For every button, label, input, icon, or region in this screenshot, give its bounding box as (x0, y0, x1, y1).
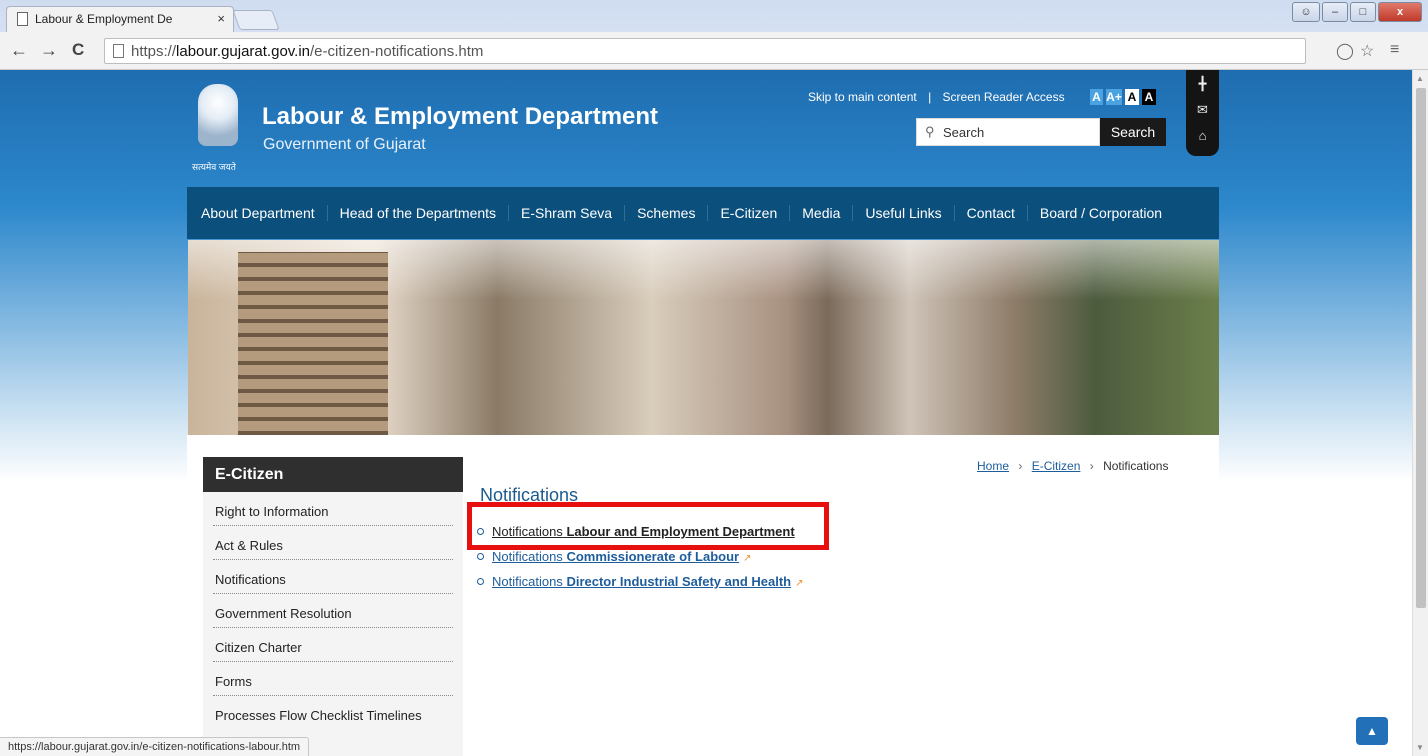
skip-to-content-link[interactable]: Skip to main content (808, 90, 917, 104)
url-path: /e-citizen-notifications.htm (310, 43, 484, 60)
nav-media[interactable]: Media (790, 205, 854, 221)
page-icon (17, 12, 28, 26)
site-subtitle: Government of Gujarat (263, 136, 426, 153)
contrast-dark-button[interactable]: A (1142, 89, 1156, 105)
breadcrumb-e-citizen[interactable]: E-Citizen (1032, 459, 1081, 473)
bullet-icon (477, 578, 484, 585)
sitemap-icon[interactable]: ╋ (1186, 76, 1219, 92)
close-window-icon[interactable]: x (1378, 2, 1422, 22)
list-item: Notifications Commissionerate of Labour ↗ (477, 549, 804, 574)
mail-icon[interactable]: ✉ (1186, 102, 1219, 118)
status-bar: https://labour.gujarat.gov.in/e-citizen-… (0, 737, 310, 756)
notification-link-dish[interactable]: Notifications Director Industrial Safety… (492, 574, 791, 589)
new-tab-button[interactable] (232, 10, 280, 30)
notification-link-commissionerate[interactable]: Notifications Commissionerate of Labour (492, 549, 739, 564)
maximize-icon[interactable]: □ (1350, 2, 1376, 22)
search-input[interactable]: ⚲ Search (916, 118, 1100, 146)
nav-schemes[interactable]: Schemes (625, 205, 709, 221)
breadcrumb-current: Notifications (1103, 459, 1169, 473)
separator: | (928, 90, 932, 104)
bullet-icon (477, 553, 484, 560)
shield-icon[interactable]: ◯ (1336, 41, 1354, 61)
top-links: Skip to main content | Screen Reader Acc… (808, 90, 1065, 104)
sidebar-heading: E-Citizen (203, 457, 463, 492)
sidebar-item-act-rules[interactable]: Act & Rules (213, 526, 453, 560)
content-area: E-Citizen Right to Information Act & Rul… (187, 435, 1219, 756)
highlight-box (467, 502, 829, 550)
web-page: सत्यमेव जयते Labour & Employment Departm… (0, 70, 1412, 756)
external-link-icon: ↗ (795, 578, 804, 589)
menu-icon[interactable]: ≡ (1390, 41, 1399, 59)
browser-toolbar: ← → C https://labour.gujarat.gov.in/e-ci… (0, 32, 1428, 70)
url-host: labour.gujarat.gov.in (176, 43, 311, 60)
forward-icon[interactable]: → (40, 40, 58, 61)
search-placeholder: Search (943, 125, 985, 140)
scrollbar-thumb[interactable] (1416, 88, 1426, 608)
nav-about-department[interactable]: About Department (201, 205, 328, 221)
nav-board-corporation[interactable]: Board / Corporation (1028, 205, 1174, 221)
reload-icon[interactable]: C (72, 40, 84, 60)
font-larger-button[interactable]: A+ (1106, 89, 1122, 105)
address-bar[interactable]: https://labour.gujarat.gov.in/e-citizen-… (104, 38, 1306, 64)
tab-title: Labour & Employment De (35, 12, 173, 26)
state-emblem[interactable]: सत्यमेव जयते (192, 82, 244, 174)
contrast-light-button[interactable]: A (1125, 89, 1139, 105)
page-icon (113, 44, 124, 58)
nav-contact[interactable]: Contact (955, 205, 1028, 221)
nav-head-of-departments[interactable]: Head of the Departments (328, 205, 510, 221)
sidebar: E-Citizen Right to Information Act & Rul… (203, 457, 463, 756)
screen-reader-link[interactable]: Screen Reader Access (943, 90, 1065, 104)
scroll-up-icon[interactable]: ▲ (1416, 74, 1424, 83)
minimize-icon[interactable]: – (1322, 2, 1348, 22)
main-navigation: About Department Head of the Departments… (187, 187, 1219, 239)
breadcrumb-separator: › (1089, 459, 1094, 473)
star-icon[interactable]: ☆ (1360, 41, 1374, 61)
font-normal-button[interactable]: A (1090, 89, 1103, 105)
sidebar-item-notifications[interactable]: Notifications (213, 560, 453, 594)
search-icon: ⚲ (925, 124, 935, 139)
breadcrumb-home[interactable]: Home (977, 459, 1009, 473)
browser-tab[interactable]: Labour & Employment De × (6, 6, 234, 32)
sidebar-item-forms[interactable]: Forms (213, 662, 453, 696)
tab-bar: Labour & Employment De × ☺ – □ x (0, 0, 1428, 32)
site-title[interactable]: Labour & Employment Department (262, 103, 658, 131)
sidebar-item-processes-flow[interactable]: Processes Flow Checklist Timelines (213, 696, 453, 730)
external-link-icon: ↗ (743, 553, 752, 564)
list-item: Notifications Director Industrial Safety… (477, 574, 804, 599)
user-icon[interactable]: ☺ (1292, 2, 1320, 22)
page-scrollbar[interactable]: ▲ ▼ (1412, 70, 1428, 756)
nav-e-shram-seva[interactable]: E-Shram Seva (509, 205, 626, 221)
banner-building (238, 252, 388, 435)
url-prefix: https:// (131, 43, 177, 60)
tab-close-icon[interactable]: × (217, 11, 225, 26)
back-to-top-button[interactable]: ▲ (1356, 717, 1388, 745)
sidebar-item-citizen-charter[interactable]: Citizen Charter (213, 628, 453, 662)
quick-links-panel: ╋ ✉ ⌂ (1186, 70, 1219, 156)
home-icon[interactable]: ⌂ (1186, 128, 1219, 143)
breadcrumb-separator: › (1018, 459, 1023, 473)
scroll-down-icon[interactable]: ▼ (1416, 743, 1424, 752)
back-icon[interactable]: ← (10, 40, 28, 61)
browser-chrome: Labour & Employment De × ☺ – □ x ← → C h… (0, 0, 1428, 70)
nav-useful-links[interactable]: Useful Links (853, 205, 955, 221)
sidebar-item-government-resolution[interactable]: Government Resolution (213, 594, 453, 628)
search-button[interactable]: Search (1100, 118, 1166, 146)
font-size-controls: A A+ A A (1090, 89, 1156, 105)
sidebar-item-rti[interactable]: Right to Information (213, 492, 453, 526)
nav-e-citizen[interactable]: E-Citizen (708, 205, 791, 221)
workers-banner-image (188, 240, 1219, 435)
window-controls: ☺ – □ x (1292, 2, 1422, 22)
emblem-icon (198, 84, 238, 146)
emblem-motto: सत्यमेव जयते (192, 162, 236, 172)
breadcrumb: Home › E-Citizen › Notifications (977, 459, 1168, 473)
